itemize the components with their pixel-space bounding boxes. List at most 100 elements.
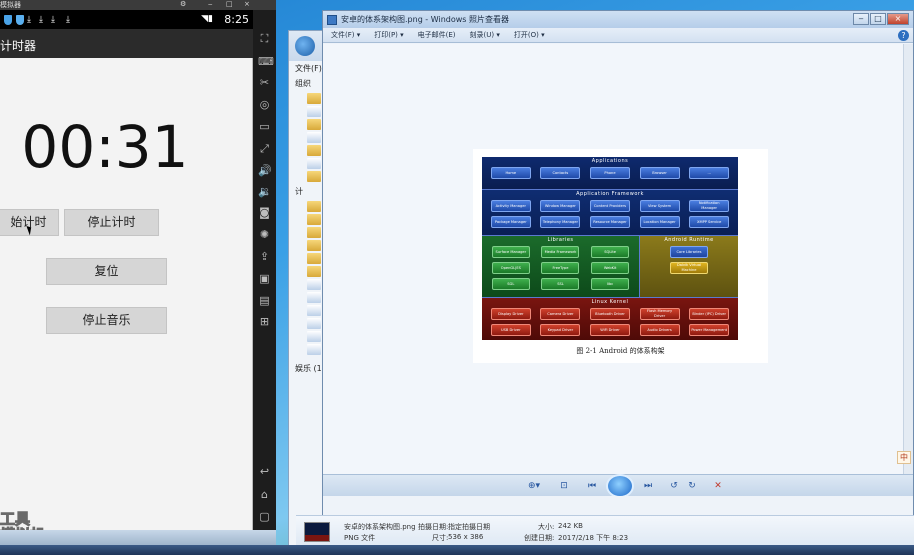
fullscreen-icon[interactable]: ⛶	[258, 32, 271, 45]
detail-created-label: 创建日期:	[524, 534, 555, 542]
emulator-titlebar[interactable]: 模拟器 ⚙ ‒ □ ×	[0, 0, 276, 10]
emulator-minimize-button[interactable]: ‒	[208, 0, 212, 8]
detail-created: 2017/2/18 下午 8:23	[558, 534, 629, 542]
folder-icon[interactable]	[307, 119, 321, 130]
folder-icon[interactable]: ▤	[258, 294, 271, 307]
app-screen: 00:31 始计时 停止计时 复位 停止音乐 工具 模拟机	[0, 58, 253, 544]
diagram-box: XMPP Service	[689, 216, 730, 228]
emulator-close-button[interactable]: ×	[244, 0, 250, 8]
folder-icon[interactable]	[307, 227, 321, 238]
brightness-icon[interactable]: ✺	[258, 228, 271, 241]
delete-icon[interactable]: ✕	[711, 479, 725, 493]
rotate-right-icon[interactable]: ↻	[685, 479, 699, 493]
folder-icon[interactable]	[307, 253, 321, 264]
share-icon[interactable]: ⇪	[258, 250, 271, 263]
detail-filetype: PNG 文件	[344, 534, 376, 542]
input-language-indicator[interactable]: 中	[897, 451, 911, 464]
diagram-box: WebKit	[591, 262, 630, 274]
viewer-titlebar[interactable]: 安卓的体系架构图.png - Windows 照片查看器 ‒ □ ×	[323, 11, 913, 28]
folder-icon[interactable]	[307, 201, 321, 212]
signal-icon: ◥▮	[201, 14, 213, 24]
folder-icon[interactable]	[307, 266, 321, 277]
close-button[interactable]: ×	[887, 13, 909, 25]
diagram-box: OpenGL|ES	[491, 262, 530, 274]
layer-kernel: Linux Kernel Display Driver Camera Drive…	[482, 297, 738, 340]
scissors-icon[interactable]: ✂	[258, 76, 271, 89]
actual-size-icon[interactable]: ⊡	[557, 479, 571, 493]
slideshow-button[interactable]	[606, 474, 634, 498]
maximize-button[interactable]: □	[870, 13, 886, 25]
folder-icon[interactable]	[307, 171, 321, 182]
folder-icon[interactable]	[307, 240, 321, 251]
resize-icon[interactable]: ⤢	[258, 142, 271, 155]
vertical-scrollbar[interactable]	[903, 44, 913, 474]
emulator-settings-icon[interactable]: ⚙	[180, 0, 186, 8]
menu-burn[interactable]: 刻录(U) ▾	[470, 30, 500, 40]
emulator-maximize-button[interactable]: □	[226, 0, 233, 8]
screen-icon[interactable]: ▭	[258, 120, 271, 133]
drive-icon[interactable]	[307, 331, 321, 342]
folder-icon[interactable]	[307, 214, 321, 225]
volume-up-icon[interactable]: 🔊	[258, 164, 272, 177]
diagram-box: Package Manager	[490, 216, 531, 228]
diagram-box: Camera Driver	[540, 308, 581, 320]
explorer-details-pane: 安卓的体系架构图.png PNG 文件 拍摄日期: 指定拍摄日期 尺寸: 536…	[296, 515, 914, 545]
drive-icon[interactable]	[307, 305, 321, 316]
photo-viewer-icon	[327, 14, 337, 25]
camera-icon[interactable]: ◙	[258, 206, 271, 219]
layer-title: Android Runtime	[664, 237, 714, 243]
add-icon[interactable]: ⊞	[258, 315, 271, 328]
detail-filename: 安卓的体系架构图.png	[344, 523, 416, 531]
minimize-button[interactable]: ‒	[853, 13, 869, 25]
location-icon[interactable]: ◎	[258, 98, 271, 111]
layer-title: Libraries	[547, 237, 574, 243]
drive-icon[interactable]	[307, 318, 321, 329]
stop-music-button[interactable]: 停止音乐	[46, 307, 167, 334]
menu-email[interactable]: 电子邮件(E)	[418, 30, 456, 40]
diagram-box: libc	[591, 278, 630, 290]
rotate-left-icon[interactable]: ↺	[667, 479, 681, 493]
windows-taskbar[interactable]	[0, 545, 914, 555]
timer-display: 00:31	[21, 113, 189, 181]
drive-icon[interactable]	[307, 344, 321, 355]
download-icon: ⤓	[51, 14, 55, 25]
stop-timer-button[interactable]: 停止计时	[64, 209, 159, 236]
image-canvas[interactable]: Applications Home Contacts Phone Browser…	[323, 44, 913, 474]
emulator-bottom-edge	[0, 530, 276, 545]
drive-icon[interactable]	[307, 292, 321, 303]
diagram-box: Binder (IPC) Driver	[689, 308, 730, 320]
document-icon[interactable]	[307, 106, 321, 117]
detail-date-taken-label: 拍摄日期:	[418, 523, 449, 531]
menu-print[interactable]: 打印(P) ▾	[374, 30, 403, 40]
zoom-icon[interactable]: ⊕▾	[523, 479, 545, 493]
document-icon[interactable]	[307, 158, 321, 169]
figure-caption: 图 2-1 Android 的体系构架	[576, 347, 665, 355]
diagram-box: Display Driver	[490, 308, 531, 320]
folder-icon[interactable]	[307, 93, 321, 104]
previous-icon[interactable]: ⏮	[585, 479, 599, 493]
document-icon[interactable]	[307, 132, 321, 143]
back-icon[interactable]: ↩	[258, 465, 271, 478]
diagram-box: Power Management	[689, 324, 730, 336]
next-icon[interactable]: ⏭	[641, 479, 655, 493]
help-icon[interactable]: ?	[898, 30, 909, 41]
back-arrow-icon[interactable]	[295, 36, 315, 56]
detail-size: 242 KB	[558, 522, 583, 530]
menu-open[interactable]: 打开(O) ▾	[514, 30, 545, 40]
record-icon[interactable]: ▣	[258, 272, 271, 285]
folder-icon[interactable]	[307, 145, 321, 156]
drive-icon[interactable]	[307, 279, 321, 290]
menu-file[interactable]: 文件(F) ▾	[331, 30, 360, 40]
layer-libraries: Libraries Surface Manager Media Framewor…	[482, 235, 639, 297]
reset-button[interactable]: 复位	[46, 258, 167, 285]
layer-framework: Application Framework Activity Manager W…	[482, 189, 738, 235]
keyboard-icon[interactable]: ⌨	[258, 55, 274, 68]
recent-apps-icon[interactable]: ▢	[258, 510, 271, 523]
diagram-box: FreeType	[541, 262, 580, 274]
home-icon[interactable]: ⌂	[258, 488, 271, 501]
diagram-box: ...	[689, 167, 730, 179]
diagram-box: Dalvik Virtual Machine	[670, 262, 708, 274]
android-statusbar: ⤓ ⤓ ⤓ ⤓ ◥▮ 8:25	[0, 10, 253, 29]
volume-down-icon[interactable]: 🔉	[258, 185, 272, 198]
detail-dimensions-label: 尺寸:	[432, 534, 449, 542]
